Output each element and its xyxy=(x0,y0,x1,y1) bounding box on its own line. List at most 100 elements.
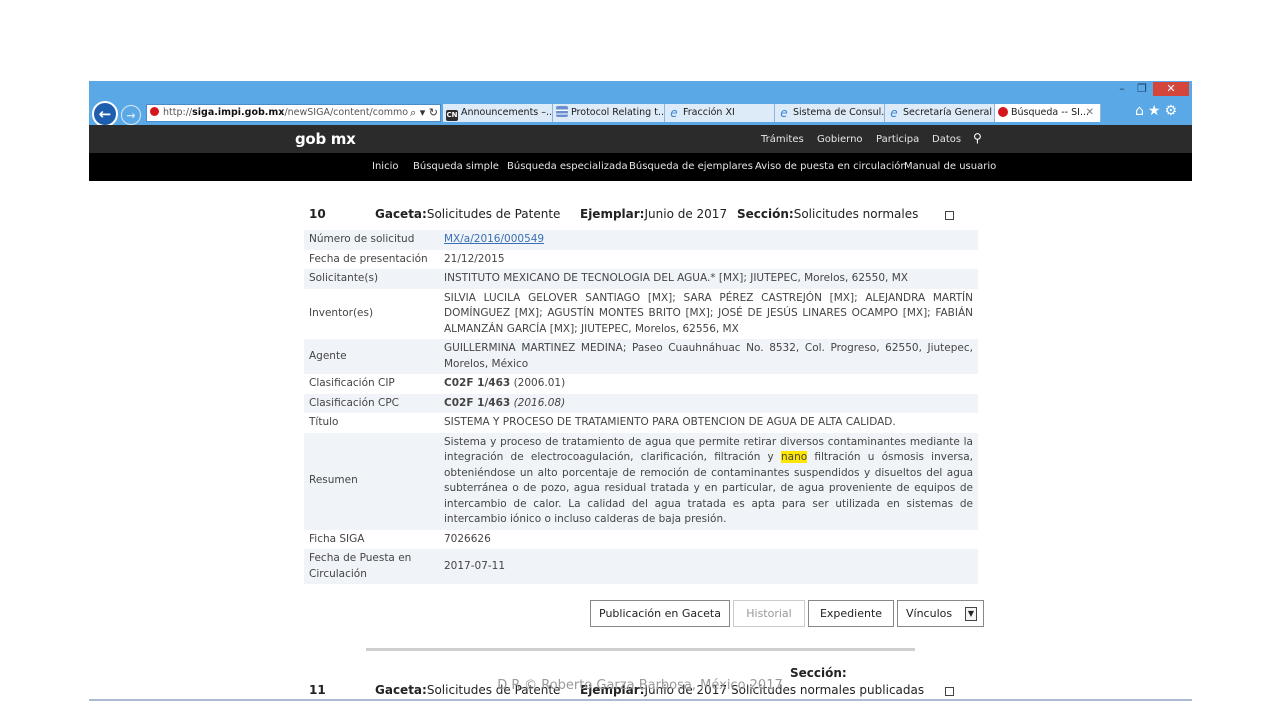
search-icon[interactable]: ⚲ xyxy=(973,131,982,145)
titulo-label: Título xyxy=(309,416,339,428)
home-icon[interactable]: ⌂ xyxy=(1135,103,1148,119)
gob-header: gob mx Trámites Gobierno Participa Datos… xyxy=(89,125,1192,153)
cip-label: Clasificación CIP xyxy=(309,377,395,389)
solicitante-label: Solicitante(s) xyxy=(304,269,439,289)
nav-participa[interactable]: Participa xyxy=(876,134,919,145)
table-row: Fecha de Puesta en Circulación 2017-07-1… xyxy=(304,549,978,584)
gaceta-label: Gaceta: xyxy=(375,207,427,221)
close-icon[interactable]: ✕ xyxy=(1153,82,1189,96)
vinculos-selected: Vínculos xyxy=(906,607,953,620)
table-row: Agente GUILLERMINA MARTINEZ MEDINA; Pase… xyxy=(304,339,978,374)
tab-label: Búsqueda -- SI... xyxy=(1011,107,1090,118)
menu-manual-usuario[interactable]: Manual de usuario xyxy=(904,161,996,172)
ie-icon: e xyxy=(670,106,678,120)
agente-value: GUILLERMINA MARTINEZ MEDINA; Paseo Cuauh… xyxy=(439,339,978,374)
ficha-label: Ficha SIGA xyxy=(309,532,365,545)
record-ejemplar: Ejemplar:Junio de 2017 xyxy=(580,207,727,221)
nav-tramites[interactable]: Trámites xyxy=(761,134,804,145)
inventor-value: SILVIA LUCILA GELOVER SANTIAGO [MX]; SAR… xyxy=(444,291,973,335)
chevron-down-icon: ▼ xyxy=(965,607,977,621)
nav-gobierno[interactable]: Gobierno xyxy=(817,134,863,145)
table-row: Resumen Sistema y proceso de tratamiento… xyxy=(304,432,978,530)
tab-protocol[interactable]: Protocol Relating t... xyxy=(553,104,665,122)
fecha-label: Fecha de presentación xyxy=(309,252,428,265)
tab-label: Protocol Relating t... xyxy=(571,107,665,118)
publicacion-gaceta-button[interactable]: Publicación en Gaceta xyxy=(590,600,730,627)
table-row: Inventor(es) SILVIA LUCILA GELOVER SANTI… xyxy=(304,289,978,340)
tab-fraccion[interactable]: e Fracción XI xyxy=(665,104,775,122)
cpc-label: Clasificación CPC xyxy=(304,393,439,413)
ie-icon: e xyxy=(780,106,788,120)
record-divider xyxy=(366,648,915,651)
tab-close-icon[interactable]: ✕ xyxy=(1086,104,1094,122)
seccion-label: Sección: xyxy=(737,207,794,221)
record-gaceta: Gaceta:Solicitudes de Patente xyxy=(375,207,560,221)
copyright-credit: D.R.© Roberto Garza Barbosa, México 2017 xyxy=(497,678,783,693)
cpc-version: (2016.08) xyxy=(513,396,566,409)
menu-busqueda-especializada[interactable]: Búsqueda especializada xyxy=(507,161,628,172)
tab-label: Announcements –... xyxy=(461,107,553,118)
inventor-label: Inventor(es) xyxy=(309,307,374,319)
record-number: 10 xyxy=(309,207,326,221)
tab-sistema[interactable]: e Sistema de Consul... xyxy=(775,104,885,122)
maximize-icon[interactable]: ❐ xyxy=(1133,82,1151,96)
table-row: Solicitante(s) INSTITUTO MEXICANO DE TEC… xyxy=(304,269,978,289)
search-highlight: nano xyxy=(780,451,808,463)
announcements-icon: CN xyxy=(446,110,458,121)
agente-label: Agente xyxy=(304,339,439,374)
search-refresh-icon[interactable]: ⌕ ▾ ↻ xyxy=(408,105,438,121)
ficha-value: 7026626 xyxy=(444,532,491,545)
record-header: 10 Gaceta:Solicitudes de Patente Ejempla… xyxy=(304,205,978,225)
tab-announcements[interactable]: CN Announcements –... xyxy=(443,104,553,122)
application-number-link[interactable]: MX/a/2016/000549 xyxy=(444,233,544,245)
tab-label: Secretaría General ... xyxy=(903,107,995,118)
address-prefix: http:// xyxy=(163,107,193,118)
browser-toolbar-icons: ⌂★⚙ xyxy=(1135,103,1181,119)
address-bar[interactable]: http://siga.impi.gob.mx/newSIGA/content/… xyxy=(146,104,441,122)
gob-logo[interactable]: gob mx xyxy=(295,130,356,148)
forward-arrow-icon[interactable]: → xyxy=(121,105,141,125)
ejemplar-label: Ejemplar: xyxy=(580,207,645,221)
document-icon xyxy=(556,106,568,117)
table-row: Número de solicitud MX/a/2016/000549 xyxy=(304,230,978,250)
menu-inicio[interactable]: Inicio xyxy=(372,161,398,172)
record-seccion: Sección:Solicitudes normales xyxy=(737,207,918,221)
historial-button[interactable]: Historial xyxy=(733,600,805,627)
tab-busqueda[interactable]: Búsqueda -- SI... ✕ xyxy=(995,104,1101,122)
gaceta-value: Solicitudes de Patente xyxy=(426,207,561,221)
table-row: Clasificación CIP C02F 1/463 (2006.01) xyxy=(304,374,978,394)
gear-icon[interactable]: ⚙ xyxy=(1164,103,1181,119)
vinculos-select[interactable]: Vínculos ▼ xyxy=(897,600,984,627)
resumen-label: Resumen xyxy=(304,432,439,530)
numero-label: Número de solicitud xyxy=(304,230,439,250)
nav-datos[interactable]: Datos xyxy=(932,134,961,145)
address-host: siga.impi.gob.mx xyxy=(192,107,285,118)
table-row: Fecha de presentación 21/12/2015 xyxy=(304,250,978,270)
star-icon[interactable]: ★ xyxy=(1148,103,1165,119)
table-row: Ficha SIGA 7026626 xyxy=(304,530,978,550)
table-row: Título SISTEMA Y PROCESO DE TRATAMIENTO … xyxy=(304,413,978,433)
ejemplar-value: Junio de 2017 xyxy=(644,207,728,221)
results-content: 10 Gaceta:Solicitudes de Patente Ejempla… xyxy=(89,181,1192,701)
titulo-value: SISTEMA Y PROCESO DE TRATAMIENTO PARA OB… xyxy=(444,416,896,428)
red-dot-icon xyxy=(998,107,1008,117)
browser-titlebar: – ❐ ✕ ← → http://siga.impi.gob.mx/newSIG… xyxy=(89,81,1192,127)
record-select-checkbox[interactable] xyxy=(945,211,954,220)
fecha-value: 21/12/2015 xyxy=(444,252,505,265)
menu-aviso-circulacion[interactable]: Aviso de puesta en circulación xyxy=(755,161,907,172)
tab-secretaria[interactable]: e Secretaría General ... xyxy=(885,104,995,122)
browser-window: – ❐ ✕ ← → http://siga.impi.gob.mx/newSIG… xyxy=(89,81,1192,701)
menu-busqueda-simple[interactable]: Búsqueda simple xyxy=(413,161,499,172)
site-favicon-icon xyxy=(150,107,159,116)
cip-code: C02F 1/463 xyxy=(444,377,511,389)
cip-version: (2006.01) xyxy=(513,377,566,389)
expediente-button[interactable]: Expediente xyxy=(808,600,894,627)
window-bottom-border xyxy=(89,699,1192,701)
back-arrow-icon[interactable]: ← xyxy=(92,101,118,127)
menu-busqueda-ejemplares[interactable]: Búsqueda de ejemplares xyxy=(629,161,753,172)
tab-label: Sistema de Consul... xyxy=(793,107,885,118)
resumen-value: Sistema y proceso de tratamiento de agua… xyxy=(439,432,978,530)
tab-label: Fracción XI xyxy=(683,107,735,118)
minimize-icon[interactable]: – xyxy=(1113,82,1131,96)
table-row: Clasificación CPC C02F 1/463 (2016.08) xyxy=(304,393,978,413)
